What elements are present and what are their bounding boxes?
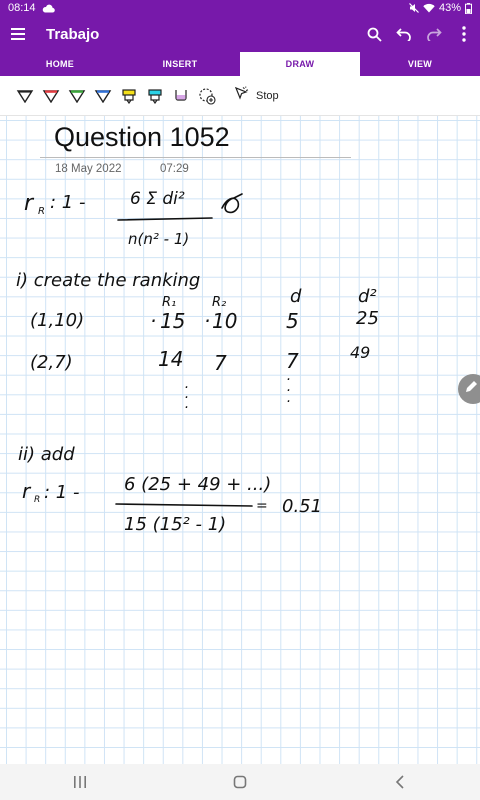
tab-view[interactable]: VIEW <box>360 52 480 76</box>
pen-blue-icon[interactable] <box>90 81 116 111</box>
ink-fraction-bar-2 <box>115 503 253 507</box>
ink-fraction-bar-1 <box>117 217 213 221</box>
ink-row1-r1-dot: · <box>150 309 156 333</box>
ink-row2-r1: 14 <box>158 347 183 371</box>
pen-black-icon[interactable] <box>12 81 38 111</box>
ink-final-lhs: r <box>22 479 32 503</box>
recents-icon[interactable] <box>60 764 100 800</box>
ink-formula-num: 6 Σ di² <box>130 189 185 209</box>
ink-row1-d2: 25 <box>356 308 379 329</box>
battery-percent: 43% <box>438 2 461 14</box>
status-time: 08:14 <box>8 2 36 14</box>
ink-row2-d2: 49 <box>350 343 370 362</box>
tab-draw[interactable]: DRAW <box>240 52 360 76</box>
ink-row1-r2-dot: · <box>204 309 210 333</box>
highlighter-pink-icon[interactable] <box>168 81 194 111</box>
ink-final-den: 15 (15² - 1) <box>124 514 226 535</box>
battery-icon <box>465 2 472 14</box>
notebook-title: Trabajo <box>46 25 100 43</box>
app-bar: Trabajo <box>0 16 480 52</box>
highlighter-cyan-icon[interactable] <box>142 81 168 111</box>
ink-row2-d: 7 <box>286 349 299 373</box>
tab-insert[interactable]: INSERT <box>120 52 240 76</box>
pen-red-icon[interactable] <box>38 81 64 111</box>
ink-row2-r2: 7 <box>214 351 227 375</box>
ink-alpha-mark <box>221 193 243 214</box>
mute-icon <box>409 3 419 13</box>
tab-home[interactable]: HOME <box>0 52 120 76</box>
lasso-cursor-icon <box>234 86 250 105</box>
highlighter-yellow-icon[interactable] <box>116 81 142 111</box>
more-icon[interactable] <box>450 16 478 52</box>
ink-formula-sub: R <box>38 206 45 217</box>
pen-green-icon[interactable] <box>64 81 90 111</box>
search-icon[interactable] <box>360 16 388 52</box>
ink-step-1: i) create the ranking <box>16 270 200 291</box>
ink-row1-r1: 15 <box>160 309 185 333</box>
home-icon[interactable] <box>220 764 260 800</box>
ink-formula-eq: : 1 - <box>50 192 85 213</box>
ink-final-equals: = <box>256 498 268 514</box>
ink-final-num: 6 (25 + 49 + ...) <box>124 474 271 495</box>
ink-row1-r2: 10 <box>212 309 237 333</box>
ink-row2-pair: (2,7) <box>30 352 73 373</box>
ink-layer: r R : 1 - 6 Σ di² n(n² - 1) i) create th… <box>16 189 379 535</box>
ink-final-result: 0.51 <box>282 496 322 517</box>
ink-col-d: d <box>290 286 302 307</box>
wifi-icon <box>423 3 435 13</box>
ink-step-2: ii) add <box>18 444 75 465</box>
cloud-icon <box>42 4 55 13</box>
ink-formula-lhs: r <box>24 191 35 216</box>
ink-final-eq: : 1 - <box>44 482 79 503</box>
ink-formula-den: n(n² - 1) <box>128 230 189 248</box>
draw-toolbar: Stop <box>0 76 480 116</box>
note-canvas[interactable]: Question 1052 18 May 2022 07:29 r R : 1 … <box>0 116 480 764</box>
redo-icon[interactable] <box>420 16 448 52</box>
ink-row1-pair: (1,10) <box>30 310 84 331</box>
stop-button[interactable]: Stop <box>234 81 279 111</box>
stop-label: Stop <box>256 89 279 102</box>
ink-final-sub: R <box>34 495 40 505</box>
onenote-app: 08:14 43% Trabajo HOME INSERT DRAW VIEW … <box>0 0 480 800</box>
ribbon-tabs: HOME INSERT DRAW VIEW <box>0 52 480 76</box>
system-nav-bar <box>0 764 480 800</box>
back-icon[interactable] <box>380 764 420 800</box>
ink-row1-d: 5 <box>286 309 299 333</box>
pencil-icon <box>464 380 478 399</box>
undo-icon[interactable] <box>390 16 418 52</box>
ink-ellipsis-r1c: · <box>184 400 188 416</box>
ink-col-d2: d² <box>358 286 377 307</box>
ink-col-r1: R₁ <box>162 295 176 310</box>
ink-col-r2: R₂ <box>212 295 226 310</box>
add-pen-icon[interactable] <box>194 81 220 111</box>
menu-icon[interactable] <box>2 16 34 52</box>
ink-ellipsis-dc: · <box>286 394 290 410</box>
status-bar: 08:14 43% <box>0 0 480 16</box>
edit-fab-button[interactable] <box>458 374 480 404</box>
